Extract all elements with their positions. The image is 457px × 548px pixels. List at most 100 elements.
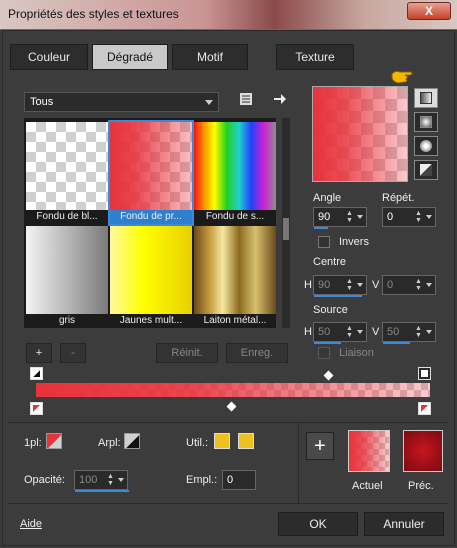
chevron-down-icon bbox=[357, 330, 363, 334]
center-h-slider-fill bbox=[314, 295, 362, 297]
opacity-stop-end[interactable] bbox=[418, 367, 431, 380]
center-label: Centre bbox=[313, 256, 347, 268]
gradient-thumb-laiton[interactable]: Laiton métal... bbox=[194, 226, 276, 328]
first-plane-color-swatch[interactable] bbox=[46, 433, 62, 449]
repeat-label: Répét. bbox=[382, 192, 415, 204]
linear-gradient-icon bbox=[420, 92, 432, 104]
previous-label: Préc. bbox=[408, 480, 434, 492]
color-stop-start[interactable] bbox=[30, 402, 43, 415]
gradient-preview bbox=[312, 86, 408, 182]
radial-gradient-icon bbox=[420, 140, 432, 152]
center-v-value: 0 bbox=[387, 279, 394, 291]
gradient-preview-image bbox=[110, 226, 192, 314]
use-color-swatch-1[interactable] bbox=[214, 433, 230, 449]
opacity-stop-icon bbox=[33, 370, 40, 377]
tab-degrade[interactable]: Dégradé bbox=[92, 44, 168, 70]
gradient-gallery: Fondu de bl... Fondu de pr... Fondu de s… bbox=[24, 118, 276, 328]
opacity-stop-start[interactable] bbox=[30, 367, 43, 380]
back-plane-color-swatch[interactable] bbox=[124, 433, 140, 449]
linear-style-button[interactable] bbox=[414, 88, 438, 108]
chevron-down-icon bbox=[205, 100, 213, 105]
location-value: 0 bbox=[227, 474, 234, 486]
back-plane-label: Arpl: bbox=[98, 437, 121, 449]
angle-slider-fill bbox=[314, 227, 328, 229]
repeat-spinbox[interactable]: 0 ▲ ▼ bbox=[382, 207, 436, 227]
gradient-preview-image bbox=[26, 122, 108, 210]
source-h-value: 50 bbox=[318, 326, 331, 338]
use-label: Util.: bbox=[186, 437, 208, 449]
angle-spinbox[interactable]: 90 ▲ ▼ bbox=[313, 207, 367, 229]
tab-couleur[interactable]: Couleur bbox=[10, 44, 88, 70]
previous-style-swatch[interactable] bbox=[403, 430, 443, 472]
chevron-down-icon bbox=[426, 215, 432, 219]
source-h-spinbox[interactable]: 50 ▲ ▼ bbox=[313, 322, 367, 344]
gradient-thumb-label: Fondu de pr... bbox=[110, 210, 192, 224]
location-field[interactable]: 0 bbox=[222, 470, 256, 490]
center-v-spinbox[interactable]: 0 ▲ ▼ bbox=[382, 275, 436, 295]
scrollbar-thumb[interactable] bbox=[283, 218, 289, 240]
invert-checkbox[interactable] bbox=[318, 236, 330, 248]
source-v-spinbox[interactable]: 50 ▲ ▼ bbox=[382, 322, 436, 344]
gradient-thumb-label: Jaunes mult... bbox=[119, 315, 183, 326]
updown-icon: ▲ ▼ bbox=[346, 325, 353, 339]
close-button[interactable]: X bbox=[407, 2, 451, 20]
source-v-label: V bbox=[372, 326, 380, 338]
chevron-down-icon bbox=[357, 215, 363, 219]
tab-texture[interactable]: Texture bbox=[276, 44, 354, 70]
opacity-stop-icon bbox=[421, 370, 428, 377]
pointing-hand-icon bbox=[391, 70, 413, 84]
category-select-value: Tous bbox=[30, 96, 54, 108]
gradient-thumb-gris[interactable]: gris bbox=[26, 226, 108, 328]
gradient-thumb-jaunes[interactable]: Jaunes mult... bbox=[110, 226, 192, 328]
gradient-preview-image bbox=[194, 226, 276, 314]
ok-button[interactable]: OK bbox=[278, 512, 358, 536]
save-gradient-button[interactable]: Enreg. bbox=[226, 343, 288, 363]
tab-motif[interactable]: Motif bbox=[172, 44, 248, 70]
gradient-thumb-label: Fondu de bl... bbox=[36, 211, 98, 222]
source-label: Source bbox=[313, 304, 348, 316]
link-checkbox[interactable] bbox=[318, 347, 330, 359]
reset-button[interactable]: Réinit. bbox=[156, 343, 218, 363]
updown-icon: ▲ ▼ bbox=[415, 278, 422, 292]
cancel-button[interactable]: Annuler bbox=[364, 512, 444, 536]
gradient-preview-image bbox=[26, 226, 108, 314]
tab-bar: Couleur Dégradé Motif Texture bbox=[10, 44, 448, 72]
sunburst-style-button[interactable] bbox=[414, 160, 438, 180]
source-v-slider-fill bbox=[383, 342, 410, 344]
updown-icon: ▲ ▼ bbox=[346, 210, 353, 224]
sunburst-gradient-icon bbox=[420, 164, 432, 176]
current-style-swatch[interactable] bbox=[348, 430, 390, 472]
repeat-value: 0 bbox=[387, 211, 394, 223]
gradient-thumb-fondu-spectre[interactable]: Fondu de s... bbox=[194, 122, 276, 224]
first-plane-label: 1pl: bbox=[24, 437, 42, 449]
list-view-icon[interactable] bbox=[238, 92, 254, 108]
category-select[interactable]: Tous bbox=[24, 92, 219, 112]
invert-label: Invers bbox=[339, 236, 369, 248]
color-stop-icon bbox=[421, 405, 428, 412]
use-color-swatch-2[interactable] bbox=[238, 433, 254, 449]
gradient-thumb-label: Laiton métal... bbox=[203, 315, 267, 326]
gradient-preview-image bbox=[110, 122, 192, 210]
gradient-thumb-fondu-blanc[interactable]: Fondu de bl... bbox=[26, 122, 108, 224]
source-h-label: H bbox=[304, 326, 312, 338]
rectangular-style-button[interactable] bbox=[414, 112, 438, 132]
add-to-swatches-button[interactable]: + bbox=[306, 432, 334, 460]
radial-style-button[interactable] bbox=[414, 136, 438, 156]
angle-label: Angle bbox=[313, 192, 342, 204]
chevron-down-icon bbox=[118, 478, 124, 482]
gallery-scrollbar[interactable] bbox=[282, 118, 290, 328]
add-gradient-button[interactable]: + bbox=[26, 343, 52, 363]
opacity-label: Opacité: bbox=[24, 474, 65, 486]
remove-gradient-button[interactable]: - bbox=[60, 343, 86, 363]
gradient-thumb-fondu-premier-plan[interactable]: Fondu de pr... bbox=[108, 120, 194, 226]
opacity-spinbox[interactable]: 100 ▲ ▼ bbox=[74, 470, 129, 492]
gradient-bar[interactable] bbox=[36, 383, 430, 397]
opacity-slider-fill bbox=[75, 490, 129, 492]
window-title: Propriétés des styles et textures bbox=[8, 7, 179, 21]
gradient-preview-image bbox=[194, 122, 276, 210]
center-h-spinbox[interactable]: 90 ▲ ▼ bbox=[313, 275, 367, 297]
color-stop-end[interactable] bbox=[418, 402, 431, 415]
arrow-right-icon[interactable] bbox=[272, 92, 288, 108]
help-link[interactable]: Aide bbox=[20, 518, 42, 530]
source-v-value: 50 bbox=[387, 326, 400, 338]
